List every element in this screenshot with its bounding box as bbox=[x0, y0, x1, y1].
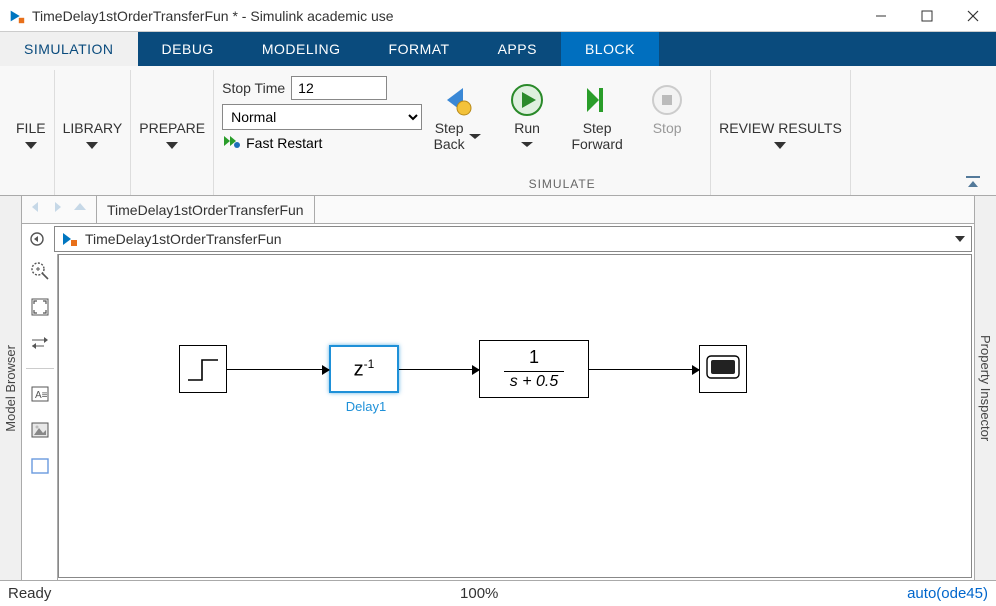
simulate-group-caption: SIMULATE bbox=[529, 177, 596, 193]
ribbon-group-simulate-settings: Stop Time Normal Fast Restart bbox=[214, 70, 422, 195]
block-step-source[interactable] bbox=[179, 345, 227, 393]
window-title: TimeDelay1stOrderTransferFun * - Simulin… bbox=[32, 8, 858, 24]
block-delay-label[interactable]: Delay1 bbox=[341, 399, 391, 414]
window-titlebar: TimeDelay1stOrderTransferFun * - Simulin… bbox=[0, 0, 996, 32]
window-controls bbox=[858, 0, 996, 32]
minimize-button[interactable] bbox=[858, 0, 904, 32]
toolbar-separator bbox=[26, 368, 54, 369]
annotation-tool[interactable]: A≡ bbox=[29, 383, 51, 405]
ribbon-group-review[interactable]: REVIEW RESULTS bbox=[711, 70, 851, 195]
editor-panel: TimeDelay1stOrderTransferFun TimeDelay1s… bbox=[22, 196, 974, 580]
status-zoom[interactable]: 100% bbox=[51, 585, 907, 602]
chevron-down-icon bbox=[166, 142, 178, 149]
ribbon-collapse-button[interactable] bbox=[964, 70, 988, 195]
svg-text:A≡: A≡ bbox=[35, 390, 48, 401]
ribbon-group-library[interactable]: LIBRARY bbox=[55, 70, 132, 195]
stop-button[interactable]: Stop bbox=[632, 76, 702, 156]
block-scope[interactable] bbox=[699, 345, 747, 393]
status-ready: Ready bbox=[8, 585, 51, 602]
chevron-down-icon bbox=[469, 134, 481, 139]
fast-restart-icon bbox=[222, 134, 240, 151]
stop-time-input[interactable] bbox=[291, 76, 387, 100]
tab-block[interactable]: BLOCK bbox=[561, 32, 659, 66]
step-back-button[interactable]: Step Back bbox=[422, 76, 492, 156]
nav-back-icon[interactable] bbox=[28, 200, 44, 219]
ribbon-group-prepare[interactable]: PREPARE bbox=[131, 70, 214, 195]
status-solver[interactable]: auto(ode45) bbox=[907, 585, 988, 602]
ribbon-body: FILE LIBRARY PREPARE Stop Time Normal Fa… bbox=[0, 66, 996, 196]
status-bar: Ready 100% auto(ode45) bbox=[0, 580, 996, 606]
block-transfer-function[interactable]: 1 s + 0.5 bbox=[479, 340, 589, 398]
editor-path-row: TimeDelay1stOrderTransferFun bbox=[22, 224, 974, 254]
maximize-button[interactable] bbox=[904, 0, 950, 32]
ribbon-group-file[interactable]: FILE bbox=[8, 70, 55, 195]
tab-modeling[interactable]: MODELING bbox=[238, 32, 365, 66]
signal-wire[interactable] bbox=[227, 369, 329, 370]
tab-format[interactable]: FORMAT bbox=[365, 32, 474, 66]
review-results-label: REVIEW RESULTS bbox=[719, 120, 842, 136]
signal-wire[interactable] bbox=[589, 369, 699, 370]
ribbon-tabs: SIMULATION DEBUG MODELING FORMAT APPS BL… bbox=[0, 32, 996, 66]
tab-apps[interactable]: APPS bbox=[474, 32, 561, 66]
chevron-down-icon bbox=[521, 142, 533, 147]
model-icon bbox=[61, 230, 79, 248]
sim-mode-select[interactable]: Normal bbox=[222, 104, 422, 130]
image-tool[interactable] bbox=[29, 419, 51, 441]
chevron-down-icon bbox=[86, 142, 98, 149]
editor-main-area: Model Browser TimeDelay1stOrderTransferF… bbox=[0, 196, 996, 580]
model-browser-tab[interactable]: Model Browser bbox=[0, 196, 22, 580]
canvas-toolbar: A≡ bbox=[22, 254, 58, 580]
tab-debug[interactable]: DEBUG bbox=[138, 32, 238, 66]
signal-wire[interactable] bbox=[399, 369, 479, 370]
library-label: LIBRARY bbox=[63, 120, 123, 136]
hide-nav-icon[interactable] bbox=[26, 231, 48, 247]
area-tool[interactable] bbox=[29, 455, 51, 477]
nav-up-icon[interactable] bbox=[72, 200, 88, 219]
chevron-down-icon bbox=[955, 236, 965, 242]
step-forward-button[interactable]: Step Forward bbox=[562, 76, 632, 156]
ribbon-group-simulate: Step Back Run Step Forward Stop SIMULATE bbox=[422, 70, 711, 195]
block-delay[interactable]: z-1 bbox=[329, 345, 399, 393]
run-button[interactable]: Run bbox=[492, 76, 562, 156]
model-canvas[interactable]: z-1 Delay1 1 s + 0.5 bbox=[58, 254, 972, 578]
property-inspector-tab[interactable]: Property Inspector bbox=[974, 196, 996, 580]
fast-restart-button[interactable]: Fast Restart bbox=[222, 134, 422, 151]
zoom-tool[interactable] bbox=[29, 260, 51, 282]
chevron-down-icon bbox=[774, 142, 786, 149]
fit-view-tool[interactable] bbox=[29, 296, 51, 318]
editor-nav-row: TimeDelay1stOrderTransferFun bbox=[22, 196, 974, 224]
editor-canvas-row: A≡ z-1 Delay1 1 s + 0.5 bbox=[22, 254, 974, 580]
editor-breadcrumb[interactable]: TimeDelay1stOrderTransferFun bbox=[96, 196, 315, 223]
tab-simulation[interactable]: SIMULATION bbox=[0, 32, 138, 66]
file-label: FILE bbox=[16, 120, 46, 136]
stop-time-label: Stop Time bbox=[222, 80, 285, 96]
nav-forward-icon[interactable] bbox=[50, 200, 66, 219]
prepare-label: PREPARE bbox=[139, 120, 205, 136]
close-button[interactable] bbox=[950, 0, 996, 32]
sample-time-tool[interactable] bbox=[29, 332, 51, 354]
simulink-app-icon bbox=[8, 7, 26, 25]
chevron-down-icon bbox=[25, 142, 37, 149]
model-path-bar[interactable]: TimeDelay1stOrderTransferFun bbox=[54, 226, 972, 252]
